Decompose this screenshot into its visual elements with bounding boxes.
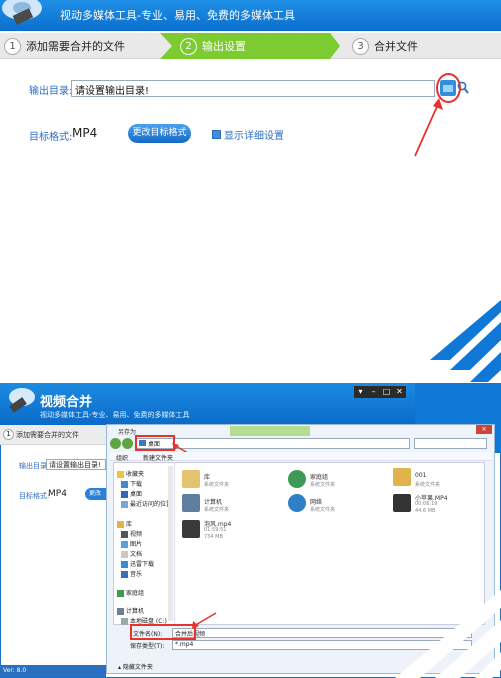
nav-recent[interactable]: 最近访问的位置 [121,499,172,508]
annotation-arrow [414,98,443,157]
nav-thunder-downloads[interactable]: 迅雷下载 [121,559,154,568]
desktop-icon [121,491,128,498]
version-bar: Ver: 8.0 [0,665,106,677]
file-homegroup-sub: 系统文件夹 [310,482,336,488]
forward-icon[interactable] [122,438,133,449]
show-details-checkbox[interactable] [212,130,221,139]
output-dir-label: 输出目录: [29,86,73,97]
close-icon[interactable]: ✕ [393,386,406,398]
nav-videos[interactable]: 视频 [121,529,142,538]
app-header: 视动多媒体工具-专业、易用、免费的多媒体工具 [0,0,501,31]
file-xiaopingguo-duration: 00:06:19 [415,501,438,507]
step-bar: 1 添加需要合并的文件 2 输出设置 3 合并文件 [0,33,501,59]
document-icon [121,551,128,558]
nav-desktop[interactable]: 桌面 [121,489,142,498]
file-video-thumb-icon [393,494,411,512]
annotation-box-filename [130,624,196,640]
thunder-icon [121,561,128,568]
library-icon [117,521,124,528]
annotation-box-address [135,435,175,451]
file-paofeng-size: 734 MB [204,534,223,540]
file-xiaopingguo-size: 44.6 MB [415,508,436,514]
nav-pictures[interactable]: 图片 [121,539,142,548]
version-text: Ver: 8.0 [3,667,27,674]
computer-icon [117,608,124,615]
file-video-thumb-icon [182,520,200,538]
show-details-label[interactable]: 显示详细设置 [224,127,284,142]
file-library-sub: 系统文件夹 [204,482,230,488]
file-library-icon [182,470,200,488]
step-1[interactable]: 1 添加需要合并的文件 [4,33,164,59]
minimize-icon[interactable]: ▾ [354,386,367,398]
maximize-icon[interactable]: □ [380,386,393,398]
new-folder-button[interactable]: 新建文件夹 [143,453,173,462]
dialog-close-icon[interactable]: ✕ [476,425,492,434]
bottom-step-1-num: 1 [3,429,14,440]
decorative-stripes-bottom [395,590,501,678]
file-paofeng-duration: 01:59:51 [204,527,227,533]
bottom-step-1-label[interactable]: 添加需要合并的文件 [16,430,79,440]
bottom-change-format-button[interactable]: 更改 [85,488,107,500]
file-001-sub: 系统文件夹 [415,482,441,488]
dialog-bg-green-step [230,426,310,436]
star-icon [117,471,124,478]
step-2-label: 输出设置 [202,40,246,53]
collapse-icon[interactable]: – [367,386,380,398]
file-library-name[interactable]: 库 [204,472,210,481]
file-001-name[interactable]: 001 [415,472,426,479]
app-logo-icon [2,0,42,25]
nav-music[interactable]: 音乐 [121,569,142,578]
nav-documents[interactable]: 文档 [121,549,142,558]
download-icon [121,481,128,488]
back-icon[interactable] [110,438,121,449]
nav-computer[interactable]: 计算机 [117,606,144,615]
bottom-target-format-value: MP4 [48,489,67,499]
file-homegroup-name[interactable]: 家庭组 [310,472,328,481]
file-computer-sub: 系统文件夹 [204,507,230,513]
app-subtitle: 视动多媒体工具-专业、易用、免费的多媒体工具 [60,9,295,22]
recent-icon [121,501,128,508]
bottom-title: 视频合并 [40,395,93,410]
file-network-icon [288,494,306,512]
step-3[interactable]: 3 合并文件 [352,33,492,59]
target-format-label: 目标格式: [29,132,73,143]
annotation-arrow-filename [192,612,217,629]
bottom-subtitle: 视动多媒体工具-专业、易用、免费的多媒体工具 [40,411,190,419]
output-dir-input[interactable]: 请设置输出目录! [71,80,435,97]
target-format-value: MP4 [72,126,98,140]
file-computer-icon [182,494,200,512]
file-network-sub: 系统文件夹 [310,507,336,513]
nav-scrollbar[interactable] [168,466,173,621]
bottom-target-format-label: 目标格式: [19,492,50,500]
picture-icon [121,541,128,548]
bottom-logo-icon [9,388,35,413]
nav-libraries-header[interactable]: 库 [117,519,132,528]
bottom-output-dir-label: 输出目录: [19,462,50,470]
step-3-label: 合并文件 [374,40,418,53]
file-computer-name[interactable]: 计算机 [204,497,222,506]
homegroup-icon [117,590,124,597]
hide-folders-toggle[interactable]: ▴ 隐藏文件夹 [118,662,153,671]
nav-homegroup[interactable]: 家庭组 [117,588,144,597]
music-icon [121,571,128,578]
step-1-label: 添加需要合并的文件 [26,40,125,53]
file-homegroup-icon [288,470,306,488]
video-icon [121,531,128,538]
change-format-button[interactable]: 更改目标格式 [128,124,191,143]
filetype-label: 保存类型(T): [130,643,165,650]
bottom-output-dir-input[interactable]: 请设置输出目录! [46,459,106,470]
dialog-title: 另存为 [118,429,137,436]
nav-favorites-header[interactable]: 收藏夹 [117,469,144,478]
nav-downloads[interactable]: 下载 [121,479,142,488]
drive-icon [121,618,128,625]
file-network-name[interactable]: 网络 [310,497,322,506]
file-user-folder-icon [393,468,411,486]
organize-button[interactable]: 组织 [116,453,128,462]
decorative-stripes [430,300,501,382]
step-2[interactable]: 2 输出设置 [180,33,330,59]
dialog-search-input[interactable] [414,438,487,449]
